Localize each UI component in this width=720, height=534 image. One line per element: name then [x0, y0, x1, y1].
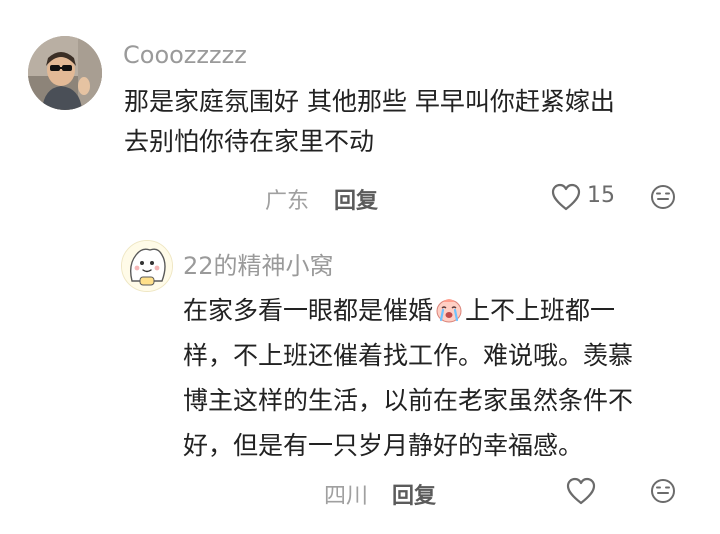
- comment-text: 那是家庭氛围好 其他那些 早早叫你赶紧嫁出 去别怕你待在家里不动: [124, 82, 615, 162]
- comment-location: 广东: [265, 189, 310, 214]
- reply-text-line: 好，但是有一只岁月静好的幸福感。: [183, 431, 584, 460]
- commenter-username[interactable]: Cooozzzzz: [123, 41, 247, 69]
- reply-text-segment: 上不上班都一: [465, 296, 616, 325]
- reply-text-segment: 在家多看一眼都是催婚: [183, 296, 434, 325]
- comment-text-line: 那是家庭氛围好 其他那些 早早叫你赶紧嫁出: [124, 87, 615, 116]
- comment-text-line: 去别怕你待在家里不动: [124, 127, 375, 156]
- replier-avatar[interactable]: [121, 240, 173, 292]
- reply-text-line: 博主这样的生活，以前在老家虽然条件不: [183, 386, 634, 415]
- reply-location: 四川: [324, 484, 369, 509]
- replier-username[interactable]: 22的精神小窝: [183, 246, 334, 281]
- reply-text: 在家多看一眼都是催婚 上不上班都一 样，不上班还催着找工作。难说哦。羡慕 博主这…: [183, 288, 633, 468]
- like-count: 15: [587, 183, 615, 208]
- emoji-icon[interactable]: [650, 184, 676, 210]
- reply-text-line: 在家多看一眼都是催婚 上不上班都一: [183, 288, 633, 333]
- heart-icon[interactable]: [566, 477, 596, 505]
- commenter-avatar[interactable]: [28, 36, 102, 110]
- comment-reply-button[interactable]: 回复: [334, 183, 378, 215]
- reply-reply-button[interactable]: 回复: [392, 478, 436, 510]
- heart-icon[interactable]: [551, 183, 581, 211]
- emoji-icon[interactable]: [650, 478, 676, 504]
- crying-face-emoji-icon: [434, 293, 464, 323]
- reply-text-line: 样，不上班还催着找工作。难说哦。羡慕: [183, 341, 634, 370]
